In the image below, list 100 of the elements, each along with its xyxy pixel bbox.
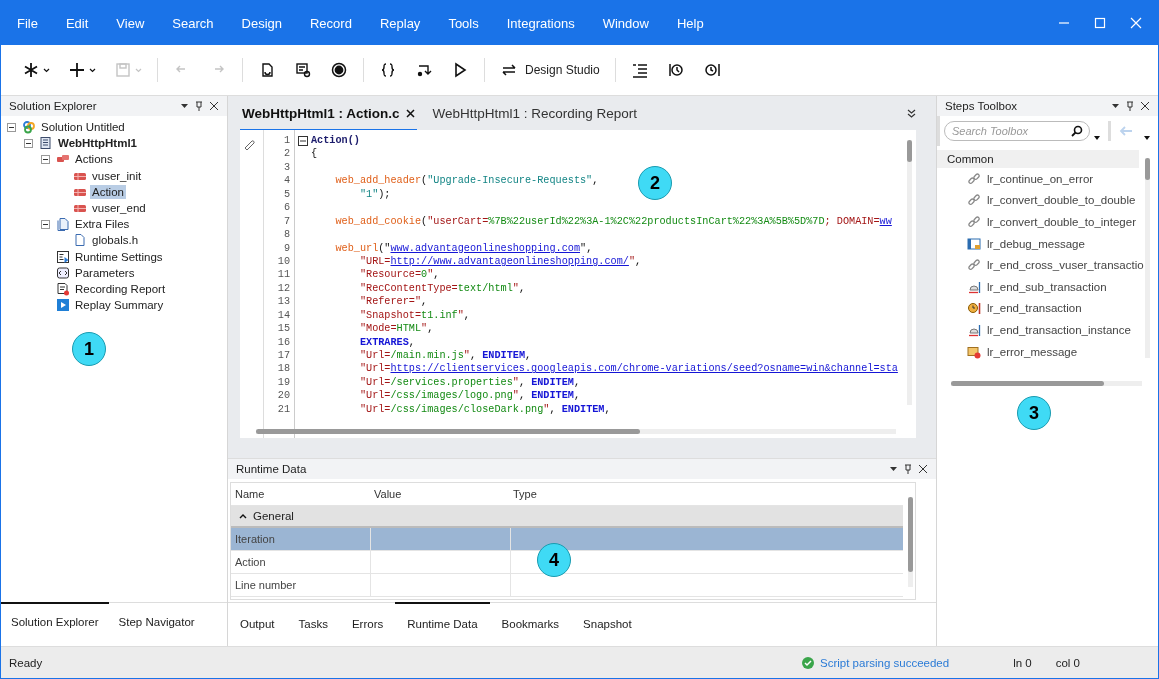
vertical-scrollbar[interactable] (1145, 158, 1150, 358)
code-line: EXTRARES, (358, 335, 415, 349)
settings-icon (56, 249, 70, 264)
caret-icon[interactable] (43, 67, 50, 73)
menu-item[interactable]: Search (172, 15, 214, 31)
pane-controls-icon[interactable] (890, 464, 928, 474)
menu-item[interactable]: Tools (448, 15, 479, 31)
code-line: "Resource=0", (358, 268, 440, 282)
menu-item[interactable]: Replay (379, 15, 421, 31)
link-icon (967, 258, 981, 273)
search-icon[interactable] (1071, 125, 1083, 137)
line-indicator: ln 0 (1013, 656, 1032, 669)
menu-item[interactable]: Help (676, 15, 704, 31)
pane-controls-icon[interactable] (181, 101, 219, 111)
group-header[interactable]: Common (937, 150, 1139, 168)
collapse-toggle-icon[interactable] (41, 154, 50, 164)
line-number: 15 (276, 322, 290, 336)
horizontal-scrollbar[interactable] (951, 381, 1142, 386)
code-line: "Url=/css/images/closeDark.png", ENDITEM, (358, 402, 611, 417)
design-studio-button[interactable]: Design Studio (491, 57, 609, 83)
toolbox-item[interactable]: lr_end_transaction (987, 302, 1082, 315)
maximize-icon[interactable] (1094, 17, 1106, 29)
menu-item[interactable]: View (116, 15, 145, 31)
panel-tab[interactable]: Tasks (286, 602, 340, 638)
search-field[interactable]: Search Toolbox (944, 121, 1090, 141)
panel-tab[interactable]: Runtime Data (395, 602, 490, 638)
line-number: 7 (282, 214, 290, 229)
bell-icon (967, 279, 981, 294)
toolbox-item[interactable]: lr_error_message (987, 345, 1078, 358)
menu-item[interactable]: File (17, 15, 38, 31)
toolbox-item[interactable]: lr_end_cross_vuser_transactio (987, 259, 1144, 272)
status-message: Script parsing succeeded (820, 656, 950, 669)
menu-item[interactable]: Record (310, 15, 352, 31)
callout-marker: 3 (1017, 396, 1051, 430)
panel-tab[interactable]: Solution Explorer (1, 602, 109, 636)
pane-controls-icon[interactable] (1112, 101, 1150, 111)
editor-tab[interactable]: WebHttpHtml1 : Recording Report (430, 97, 640, 132)
line-number: 12 (276, 281, 290, 296)
report-icon (56, 281, 70, 296)
clock-end-icon (702, 61, 721, 79)
tab-overflow-icon[interactable] (907, 108, 916, 118)
table-cell: Action (231, 551, 371, 573)
column-header[interactable]: Value (370, 483, 509, 505)
menu-item[interactable]: Design (241, 15, 282, 31)
panel-tab[interactable]: Errors (339, 602, 396, 638)
tree-item[interactable]: Recording Report (73, 281, 168, 296)
toolbox-item[interactable]: lr_convert_double_to_integer (987, 216, 1136, 228)
tree-item[interactable]: Parameters (73, 265, 137, 280)
tree-item[interactable]: Replay Summary (73, 298, 166, 313)
caret-icon[interactable] (89, 67, 96, 73)
tree-item[interactable]: Runtime Settings (73, 249, 165, 264)
bell-icon (967, 322, 981, 337)
line-number: 20 (276, 389, 290, 403)
collapse-toggle-icon[interactable] (7, 122, 16, 132)
panel-tab[interactable]: Snapshot (571, 602, 644, 638)
files-icon (56, 217, 70, 232)
table-row[interactable]: Iteration (231, 528, 903, 551)
vertical-scrollbar[interactable] (908, 497, 913, 587)
tree-item[interactable]: Action (90, 184, 126, 199)
menu-item[interactable]: Integrations (506, 15, 575, 31)
fold-toggle-icon[interactable] (298, 135, 308, 146)
group-header[interactable]: General (231, 506, 903, 528)
column-header[interactable]: Type (509, 483, 903, 505)
line-number: 2 (282, 147, 290, 161)
tree-item[interactable]: vuser_end (90, 201, 148, 216)
line-number: 4 (282, 174, 290, 188)
file-icon (73, 233, 87, 248)
toolbox-item[interactable]: lr_end_transaction_instance (987, 323, 1131, 336)
menu-item[interactable]: Edit (65, 15, 89, 31)
panel-tab[interactable]: Step Navigator (108, 602, 205, 636)
dropdown-icon[interactable] (1144, 136, 1150, 140)
tree-item[interactable]: Actions (73, 152, 115, 167)
tree-item[interactable]: globals.h (90, 233, 141, 248)
column-header[interactable]: Name (231, 483, 370, 505)
tree-item[interactable]: WebHttpHtml1 (56, 136, 139, 151)
code-line: "Url=/services.properties", ENDITEM, (358, 375, 581, 390)
toolbox-item[interactable]: lr_continue_on_error (987, 172, 1094, 185)
toolbox-item[interactable]: lr_end_sub_transaction (987, 280, 1107, 293)
panel-title: Solution Explorer (9, 100, 97, 112)
breakpoint-tool-icon[interactable] (243, 138, 255, 150)
solution-icon (22, 120, 36, 135)
code-line: "Url=https://clientservices.googleapis.com/chrome-variations/seed?osname=win&channel=sta (358, 362, 898, 376)
tree-item[interactable]: Extra Files (73, 217, 132, 232)
tree-item[interactable]: vuser_init (90, 168, 144, 183)
table-row[interactable]: Line number (231, 574, 903, 597)
panel-tab[interactable]: Bookmarks (489, 602, 572, 638)
horizontal-scrollbar[interactable] (256, 429, 896, 434)
vertical-scrollbar[interactable] (907, 140, 912, 405)
code-line: web_add_cookie("userCart=%7B%22userId%22%3A-1%2C%22productsInCart%22%3A%5B%5D%7D; DOMAIN=ww (334, 214, 892, 229)
collapse-toggle-icon[interactable] (41, 219, 50, 229)
toolbox-item[interactable]: lr_debug_message (987, 237, 1085, 250)
close-icon[interactable] (405, 108, 415, 118)
panel-tab[interactable]: Output (228, 602, 287, 638)
collapse-toggle-icon[interactable] (24, 138, 33, 148)
dropdown-icon[interactable] (1094, 136, 1100, 140)
tree-item[interactable]: Solution Untitled (39, 120, 127, 135)
menu-item[interactable]: Window (602, 15, 649, 31)
summary-icon (56, 298, 70, 313)
toolbox-item[interactable]: lr_convert_double_to_double (987, 194, 1136, 207)
chevron-icon (239, 513, 247, 519)
